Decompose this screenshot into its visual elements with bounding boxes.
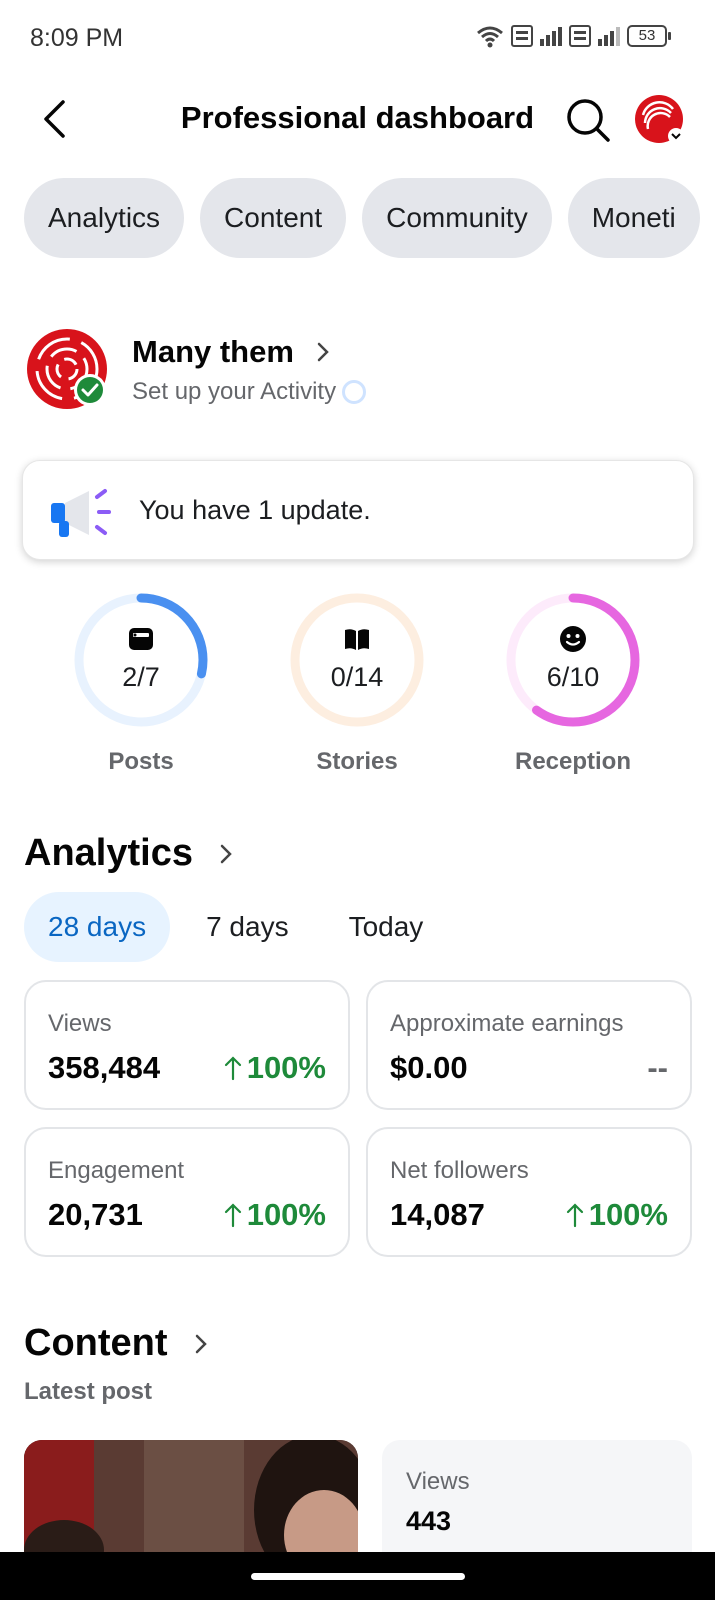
megaphone-icon <box>47 483 113 541</box>
activity-progress-icon <box>342 380 367 404</box>
status-bar: 8:09 PM 53 <box>0 0 715 78</box>
analytics-heading[interactable]: Analytics <box>24 832 233 875</box>
ring-posts-label: Posts <box>108 748 174 775</box>
metric-change-value: 100% <box>246 1050 326 1085</box>
volte-icon <box>511 25 533 47</box>
chevron-right-icon <box>220 844 232 863</box>
battery-level: 53 <box>627 25 667 47</box>
ring-stories-chart <box>290 593 424 727</box>
arrow-up-icon <box>224 1203 241 1228</box>
latest-post-stats: Views 443 <box>382 1440 692 1560</box>
metric-change-value: 100% <box>246 1197 326 1232</box>
metric-change: 100% <box>223 1197 326 1233</box>
update-text: You have 1 update. <box>139 495 371 525</box>
metric-label: Net followers <box>390 1157 529 1184</box>
account-switcher-avatar[interactable] <box>634 94 684 144</box>
wifi-icon <box>477 26 503 48</box>
metric-value: $0.00 <box>390 1050 468 1085</box>
metric-label: Views <box>48 1010 112 1037</box>
metric-change-value: 100% <box>588 1197 668 1232</box>
page-logo-icon <box>27 329 107 409</box>
content-heading[interactable]: Content <box>24 1322 208 1365</box>
chip-monetization[interactable]: Moneti <box>567 178 700 258</box>
home-gesture-handle[interactable] <box>251 1573 465 1580</box>
ring-stories[interactable]: 0/14 Stories <box>267 590 447 776</box>
chip-analytics[interactable]: Analytics <box>24 178 185 258</box>
update-card[interactable]: You have 1 update. <box>22 460 694 560</box>
search-icon <box>567 99 610 142</box>
chevron-right-icon <box>317 342 329 362</box>
range-tab-today[interactable]: Today <box>325 892 448 962</box>
ring-posts-chart <box>74 593 208 727</box>
metric-card-net-followers[interactable]: Net followers 14,087 100% <box>366 1127 692 1257</box>
volte-icon-2 <box>569 25 591 47</box>
signal-icon <box>540 27 562 46</box>
metric-change: 100% <box>565 1197 668 1233</box>
chip-content[interactable]: Content <box>200 178 347 258</box>
ring-stories-value: 0/14 <box>330 662 384 692</box>
metric-change: 100% <box>223 1050 326 1086</box>
profile-name-row[interactable]: Many them <box>132 334 330 370</box>
content-title: Content <box>24 1322 168 1364</box>
ring-track <box>290 593 424 727</box>
dashboard-tabs: Analytics Content Community Moneti <box>24 178 700 258</box>
search-button[interactable] <box>564 96 612 144</box>
ring-stories-label: Stories <box>316 748 398 775</box>
ring-posts-value: 2/7 <box>122 662 160 692</box>
metric-card-earnings[interactable]: Approximate earnings $0.00 -- <box>366 980 692 1110</box>
signal-icon-2 <box>598 27 620 46</box>
profile-row[interactable]: Many them Set up your Activity <box>26 328 686 418</box>
activity-setup[interactable]: Set up your Activity <box>132 378 367 406</box>
ring-reception-chart <box>506 593 640 727</box>
metric-label: Approximate earnings <box>390 1010 624 1037</box>
profile-name: Many them <box>132 334 294 369</box>
post-thumbnail-image <box>24 1440 358 1560</box>
activity-setup-text: Set up your Activity <box>132 378 337 405</box>
analytics-title: Analytics <box>24 832 193 874</box>
profile-avatar <box>26 328 108 410</box>
arrow-up-icon <box>224 1056 241 1081</box>
range-tab-7-days[interactable]: 7 days <box>182 892 313 962</box>
metric-value: 20,731 <box>48 1197 143 1232</box>
ring-reception-value: 6/10 <box>546 662 600 692</box>
metric-change: -- <box>647 1050 668 1086</box>
metric-card-views[interactable]: Views 358,484 100% <box>24 980 350 1110</box>
ring-posts[interactable]: 2/7 Posts <box>51 590 231 776</box>
range-tab-28-days[interactable]: 28 days <box>24 892 171 962</box>
avatar-icon <box>635 95 684 144</box>
goals-rings: 2/7 Posts 0/14 Stories 6/10 Reception <box>0 590 715 780</box>
metric-value: 14,087 <box>390 1197 485 1232</box>
header: Professional dashboard <box>0 82 715 158</box>
smiley-icon <box>560 626 586 652</box>
battery-icon: 53 <box>627 25 671 47</box>
ring-reception-label: Reception <box>514 748 631 775</box>
status-icons: 53 <box>475 24 671 48</box>
system-nav-bar <box>0 1552 715 1600</box>
metric-change-value: -- <box>647 1050 668 1085</box>
date-range-tabs: 28 days 7 days Today <box>24 892 447 962</box>
book-icon <box>345 629 369 650</box>
metric-value: 358,484 <box>48 1050 161 1085</box>
latest-post-label: Latest post <box>24 1378 153 1405</box>
metric-card-engagement[interactable]: Engagement 20,731 100% <box>24 1127 350 1257</box>
post-stat-value: 443 <box>406 1506 452 1536</box>
chip-community[interactable]: Community <box>362 178 552 258</box>
post-stat-label: Views <box>406 1468 470 1495</box>
status-time: 8:09 PM <box>30 24 124 52</box>
ring-reception[interactable]: 6/10 Reception <box>483 590 663 776</box>
metric-label: Engagement <box>48 1157 185 1184</box>
posts-icon <box>129 628 153 650</box>
latest-post-thumbnail[interactable] <box>24 1440 358 1560</box>
arrow-up-icon <box>566 1203 583 1228</box>
chevron-right-icon <box>195 1334 207 1353</box>
